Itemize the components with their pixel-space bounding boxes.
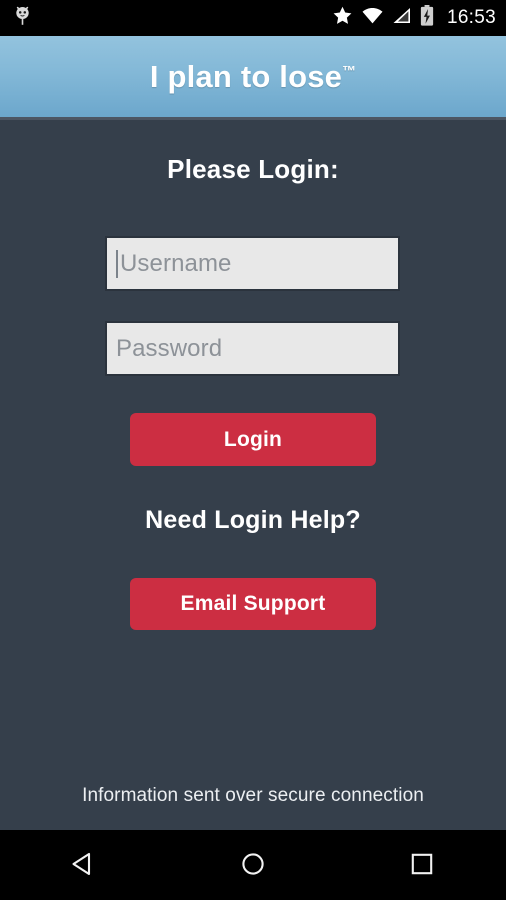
home-circle-icon	[237, 848, 269, 883]
username-input[interactable]: Username	[105, 236, 400, 291]
status-bar: 16:53	[0, 0, 506, 36]
app-title-text: I plan to lose	[149, 58, 343, 94]
username-placeholder: Username	[120, 249, 232, 277]
password-input[interactable]: Password	[105, 321, 400, 376]
phone-screen: 16:53 I plan to lose™ Please Login: User…	[0, 0, 506, 900]
nav-home-button[interactable]	[208, 830, 298, 900]
app-notification-icon	[14, 6, 31, 31]
status-bar-icons: 16:53	[332, 5, 496, 31]
password-placeholder: Password	[116, 334, 223, 362]
android-navigation-bar	[0, 830, 506, 900]
cellular-signal-icon	[392, 7, 411, 29]
status-bar-notifications	[14, 6, 31, 31]
wifi-icon	[362, 7, 383, 29]
secure-connection-note: Information sent over secure connection	[82, 785, 424, 806]
nav-recents-button[interactable]	[377, 830, 467, 900]
email-support-button[interactable]: Email Support	[130, 578, 376, 630]
login-screen-body: Please Login: Username Password Login Ne…	[0, 120, 506, 830]
battery-charging-icon	[420, 5, 434, 31]
trademark-symbol: ™	[342, 62, 357, 79]
page-title: Please Login:	[167, 154, 339, 184]
text-caret	[116, 249, 118, 278]
app-header: I plan to lose™	[0, 36, 506, 120]
app-title: I plan to lose™	[150, 59, 356, 95]
status-bar-clock: 16:53	[446, 7, 496, 28]
login-help-heading: Need Login Help?	[145, 506, 361, 534]
login-button[interactable]: Login	[130, 413, 376, 466]
star-icon	[332, 5, 353, 31]
recents-square-icon	[406, 848, 438, 883]
nav-back-button[interactable]	[39, 830, 129, 900]
back-triangle-icon	[68, 848, 100, 883]
